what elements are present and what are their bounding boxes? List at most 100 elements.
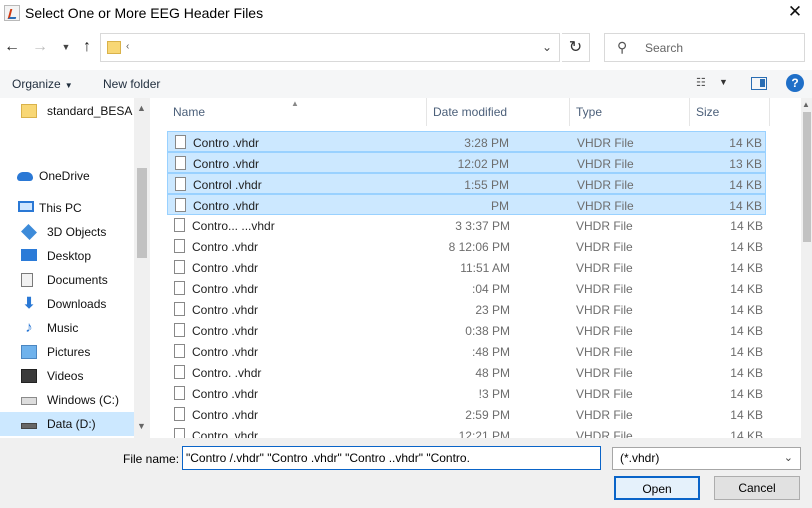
- file-size: 14 KB: [730, 345, 763, 359]
- column-header-date-modified[interactable]: Date modified: [427, 98, 570, 126]
- recent-locations-chevron-icon[interactable]: ▼: [57, 37, 75, 57]
- file-type: VHDR File: [576, 303, 633, 317]
- nav-item-pictures[interactable]: Pictures: [0, 340, 134, 364]
- file-row[interactable]: Contro .vhdr 12:02 PM VHDR File 13 KB: [167, 152, 766, 173]
- file-size: 14 KB: [730, 303, 763, 317]
- column-header-size[interactable]: Size: [690, 98, 770, 126]
- scrollbar-thumb[interactable]: [137, 168, 147, 258]
- file-row[interactable]: Contro .vhdr PM VHDR File 14 KB: [167, 194, 766, 215]
- file-type: VHDR File: [577, 136, 634, 150]
- address-path: ‹: [126, 41, 130, 52]
- nav-item-music[interactable]: ♪ Music: [0, 316, 134, 340]
- nav-item-desktop[interactable]: Desktop: [0, 244, 134, 268]
- nav-item-downloads[interactable]: ⬇ Downloads: [0, 292, 134, 316]
- file-name: Contro .vhdr: [192, 429, 259, 438]
- file-size: 14 KB: [730, 261, 763, 275]
- file-date-modified: 3:28 PM: [464, 136, 509, 150]
- preview-pane-icon[interactable]: [751, 77, 767, 90]
- file-name: Contro .vhdr: [192, 387, 259, 401]
- file-size: 14 KB: [729, 136, 762, 150]
- file-name: Contro. .vhdr: [192, 366, 262, 380]
- file-row[interactable]: Contro .vhdr 23 PM VHDR File 14 KB: [167, 299, 766, 320]
- scroll-down-icon[interactable]: ▼: [137, 421, 146, 431]
- nav-item-videos[interactable]: Videos: [0, 364, 134, 388]
- file-icon: [175, 198, 186, 212]
- file-list: Name ▲ Date modified Type Size Contro .v…: [150, 98, 812, 438]
- nav-item-this-pc[interactable]: This PC: [0, 196, 134, 220]
- file-row[interactable]: Contro... ...vhdr 3 3:37 PM VHDR File 14 KB: [167, 215, 766, 236]
- file-name: Contro .vhdr: [193, 199, 260, 213]
- nav-item-label: Downloads: [47, 297, 107, 311]
- scroll-up-icon[interactable]: ▲: [802, 100, 810, 109]
- close-button[interactable]: ✕: [780, 0, 810, 26]
- nav-item-data-d[interactable]: Data (D:): [0, 412, 134, 436]
- file-name: Control .vhdr: [193, 178, 262, 192]
- file-list-scrollbar[interactable]: ▲: [801, 98, 812, 438]
- file-name: Contro .vhdr: [192, 261, 259, 275]
- file-row[interactable]: Contro .vhdr:48 PM VHDR File 14 KB: [167, 341, 766, 362]
- open-button[interactable]: Open: [614, 476, 700, 500]
- file-row[interactable]: Contro .vhdr 0:38 PM VHDR File 14 KB: [167, 320, 766, 341]
- file-type: VHDR File: [576, 429, 633, 438]
- file-row[interactable]: Contro .vhdr 12:21 PM VHDR File 14 KB: [167, 425, 766, 438]
- picture-icon: [21, 345, 37, 359]
- file-type-filter-value: (*.vhdr): [620, 451, 660, 465]
- organize-button[interactable]: Organize ▼: [12, 77, 73, 91]
- file-size: 14 KB: [730, 240, 763, 254]
- forward-arrow-icon[interactable]: →: [31, 37, 49, 57]
- file-row[interactable]: Control .vhdr 1:55 PM VHDR File 14 KB: [167, 173, 766, 194]
- command-bar: Organize ▼ New folder ☷ ▼ ?: [0, 70, 812, 98]
- file-name: Contro .vhdr: [192, 240, 259, 254]
- nav-item-3d-objects[interactable]: 3D Objects: [0, 220, 134, 244]
- view-dropdown-chevron-icon[interactable]: ▼: [719, 77, 728, 87]
- file-size: 14 KB: [730, 282, 763, 296]
- file-date-modified: 1:55 PM: [464, 178, 509, 192]
- file-icon: [174, 323, 185, 337]
- refresh-icon[interactable]: ↻: [562, 33, 590, 62]
- file-row[interactable]: Contro .vhdr 3:28 PM VHDR File 14 KB: [167, 131, 766, 152]
- file-date-modified: 12:21 PM: [458, 429, 510, 438]
- cancel-button[interactable]: Cancel: [714, 476, 800, 500]
- file-icon: [174, 344, 185, 358]
- column-header-type[interactable]: Type: [570, 98, 690, 126]
- file-name-input[interactable]: "Contro /.vhdr" "Contro .vhdr" "Contro .…: [182, 446, 601, 470]
- file-size: 14 KB: [730, 219, 763, 233]
- file-row[interactable]: Contro .vhdr !3 PM VHDR File 14 KB: [167, 383, 766, 404]
- nav-item-onedrive[interactable]: OneDrive: [0, 164, 134, 188]
- file-type: VHDR File: [576, 240, 633, 254]
- file-type: VHDR File: [576, 387, 633, 401]
- file-type-filter-select[interactable]: (*.vhdr) ⌄: [612, 447, 801, 470]
- back-arrow-icon[interactable]: ←: [3, 37, 21, 57]
- file-row[interactable]: Contro .vhdr 2:59 PM VHDR File 14 KB: [167, 404, 766, 425]
- scrollbar-thumb[interactable]: [803, 112, 811, 242]
- computer-icon: [18, 201, 34, 212]
- search-input[interactable]: ⚲ Search: [604, 33, 805, 62]
- file-icon: [174, 260, 185, 274]
- address-dropdown-chevron-icon[interactable]: ⌄: [542, 40, 552, 54]
- file-row[interactable]: Contro .vhdr 11:51 AM VHDR File 14 KB: [167, 257, 766, 278]
- file-row[interactable]: Contro. .vhdr 48 PM VHDR File 14 KB: [167, 362, 766, 383]
- file-row[interactable]: Contro .vhdr 8 12:06 PM VHDR File 14 KB: [167, 236, 766, 257]
- search-placeholder: Search: [645, 41, 684, 55]
- search-icon: ⚲: [617, 39, 628, 55]
- file-date-modified: 8 12:06 PM: [448, 240, 510, 254]
- help-icon[interactable]: ?: [786, 74, 804, 92]
- scroll-up-icon[interactable]: ▲: [137, 103, 146, 113]
- view-options-icon[interactable]: ☷: [696, 76, 706, 89]
- nav-item-standard-besa[interactable]: standard_BESA: [0, 99, 134, 123]
- drive-icon: [21, 423, 37, 429]
- file-name: Contro .vhdr: [192, 408, 259, 422]
- nav-item-documents[interactable]: Documents: [0, 268, 134, 292]
- nav-item-label: OneDrive: [39, 169, 90, 183]
- nav-item-windows-c[interactable]: Windows (C:): [0, 388, 134, 412]
- up-arrow-icon[interactable]: ↑: [78, 37, 96, 57]
- navigation-scrollbar[interactable]: ▲ ▼: [134, 98, 150, 438]
- address-bar[interactable]: ‹ ⌄: [100, 33, 560, 62]
- file-row[interactable]: Contro .vhdr:04 PM VHDR File 14 KB: [167, 278, 766, 299]
- folder-icon: [107, 41, 121, 54]
- nav-item-label: Videos: [47, 369, 84, 383]
- file-type: VHDR File: [576, 324, 633, 338]
- file-name: Contro .vhdr: [192, 282, 259, 296]
- new-folder-button[interactable]: New folder: [103, 77, 160, 91]
- nav-item-label: Pictures: [47, 345, 91, 359]
